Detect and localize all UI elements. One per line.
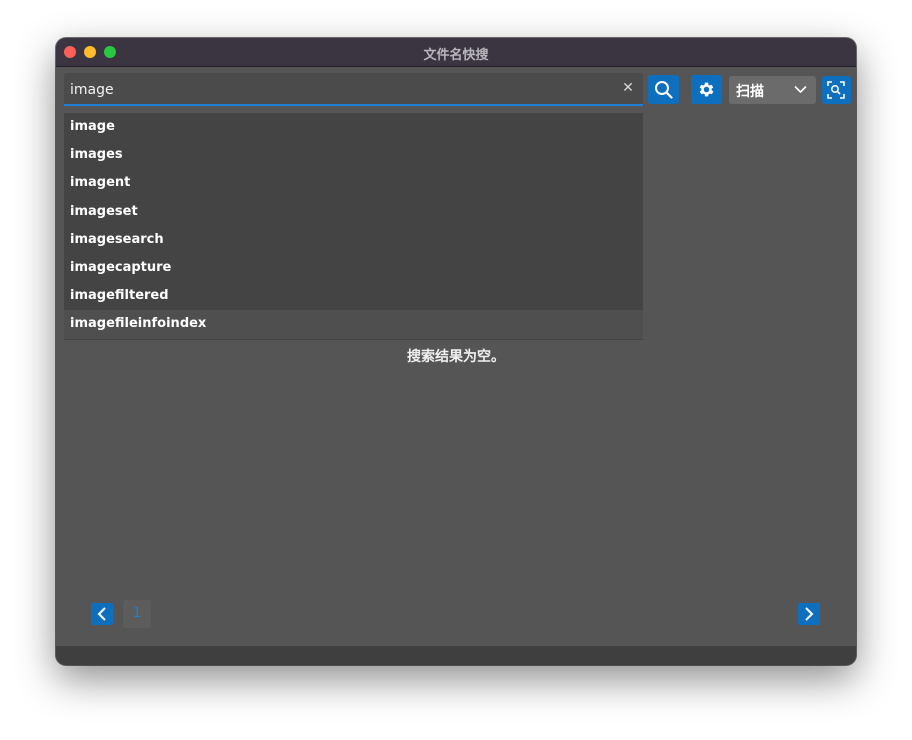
app-window: 文件名快搜 ✕ 扫描 image images imagent imageset xyxy=(56,38,856,665)
suggestion-item[interactable]: imagecapture xyxy=(64,254,643,282)
empty-results-message: 搜索结果为空。 xyxy=(407,349,505,365)
clear-search-button[interactable]: ✕ xyxy=(621,81,635,95)
chevron-right-icon xyxy=(805,607,814,621)
title-bar: 文件名快搜 xyxy=(56,38,856,67)
page-number[interactable]: 1 xyxy=(123,600,151,628)
suggestion-item[interactable]: image xyxy=(64,113,643,141)
settings-button[interactable] xyxy=(691,75,722,104)
chevron-left-icon xyxy=(97,607,106,621)
suggestion-item[interactable]: imagesearch xyxy=(64,226,643,254)
suggestion-item[interactable]: imagent xyxy=(64,169,643,197)
scan-icon xyxy=(827,81,845,99)
search-button[interactable] xyxy=(648,75,679,104)
suggestion-item[interactable]: imageset xyxy=(64,198,643,226)
scan-mode-select[interactable]: 扫描 xyxy=(729,76,816,104)
status-bar xyxy=(56,646,856,665)
previous-page-button[interactable] xyxy=(91,603,113,625)
chevron-down-icon xyxy=(794,85,807,94)
suggestion-item[interactable]: imagefiltered xyxy=(64,282,643,310)
next-page-button[interactable] xyxy=(798,603,820,625)
gear-icon xyxy=(699,82,714,97)
suggestion-item[interactable]: imagefileinfoindex xyxy=(64,310,643,339)
scan-mode-label: 扫描 xyxy=(736,84,764,100)
search-icon xyxy=(655,81,673,99)
suggestion-item[interactable]: images xyxy=(64,141,643,169)
search-field[interactable]: ✕ xyxy=(64,73,643,106)
autocomplete-list: image images imagent imageset imagesearc… xyxy=(64,113,643,340)
search-input[interactable] xyxy=(70,79,600,101)
window-title: 文件名快搜 xyxy=(423,48,489,63)
scan-button[interactable] xyxy=(822,76,851,104)
